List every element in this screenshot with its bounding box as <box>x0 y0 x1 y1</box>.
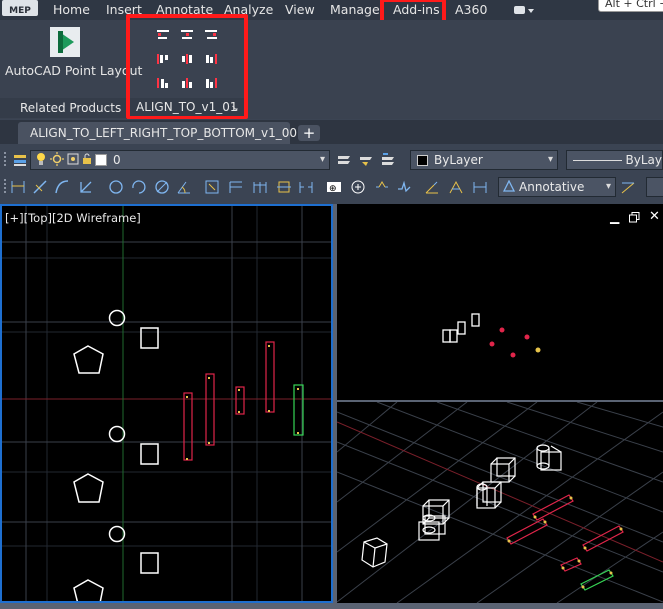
menu-view[interactable]: View <box>285 2 315 17</box>
viewport-controls-label[interactable]: [+][Top][2D Wireframe] <box>5 211 141 225</box>
viewport-top-right[interactable]: ▁ ✕ <box>337 204 663 400</box>
aligned-dimension-icon[interactable] <box>32 179 48 195</box>
color-swatch <box>417 154 428 166</box>
dimension-edit-icon[interactable] <box>424 179 440 195</box>
linetype-preview <box>573 159 622 161</box>
point-layout-button[interactable]: AutoCAD Point Layout <box>5 63 142 78</box>
align-top-left-icon[interactable] <box>156 29 170 44</box>
workspace-switch-icon[interactable] <box>513 4 535 16</box>
angular-dimension-icon[interactable] <box>176 179 192 195</box>
hotkey-tooltip: Alt + Ctrl + <box>598 0 663 12</box>
color-dropdown[interactable]: ByLayer ▾ <box>410 150 558 170</box>
sun-icon <box>50 151 64 169</box>
viewport-3d-canvas <box>337 402 663 603</box>
jogged-linear-icon[interactable] <box>396 179 412 195</box>
align-left-icon[interactable] <box>156 53 170 68</box>
viewport-top-right-canvas <box>442 313 541 358</box>
layer-dropdown[interactable]: 0 ▾ <box>30 150 330 170</box>
align-bottom-right-icon[interactable] <box>204 77 218 92</box>
dimension-space-icon[interactable] <box>276 179 292 195</box>
dimension-style-icon[interactable] <box>620 179 636 195</box>
align-top-center-icon[interactable] <box>180 29 194 44</box>
dimension-break-icon[interactable] <box>298 179 314 195</box>
continue-dimension-icon[interactable] <box>252 179 268 195</box>
match-layer-icon[interactable] <box>358 152 374 168</box>
chevron-down-icon: ▾ <box>319 154 325 165</box>
baseline-dimension-icon[interactable] <box>228 179 244 195</box>
layer-color-swatch <box>95 154 107 166</box>
layers-toolbar: 0 ▾ ByLayer ▾ ByLay <box>0 146 663 174</box>
annotation-style-dropdown[interactable]: Annotative ▾ <box>498 177 616 197</box>
viewport-freeze-icon <box>67 153 79 168</box>
menu-manage[interactable]: Manage <box>330 2 380 17</box>
chevron-down-icon: ▾ <box>605 181 611 192</box>
lightbulb-icon <box>35 152 47 169</box>
status-bar-edge <box>0 603 663 609</box>
layer-previous-icon[interactable] <box>380 152 396 168</box>
annotation-style-value: Annotative <box>519 180 585 194</box>
tolerance-icon[interactable]: ⊕ <box>326 179 342 195</box>
align-top-right-icon[interactable] <box>204 29 218 44</box>
restore-icon[interactable] <box>629 212 640 226</box>
point-layout-icon[interactable] <box>48 26 82 58</box>
linear-dimension-icon[interactable] <box>10 179 26 195</box>
new-tab-button[interactable]: + <box>298 124 320 142</box>
app-logo[interactable]: MEP <box>2 0 38 16</box>
align-bottom-left-icon[interactable] <box>156 77 170 92</box>
menu-a360[interactable]: A360 <box>455 2 487 17</box>
menu-home[interactable]: Home <box>53 2 90 17</box>
file-tab-label: ALIGN_TO_LEFT_RIGHT_TOP_BOTTOM_v1_00 <box>30 126 298 140</box>
viewport-3d-wireframe[interactable] <box>337 402 663 603</box>
ordinate-dimension-icon[interactable] <box>78 179 94 195</box>
viewport-top-canvas <box>2 206 331 601</box>
align-right-icon[interactable] <box>204 53 218 68</box>
file-tab[interactable]: ALIGN_TO_LEFT_RIGHT_TOP_BOTTOM_v1_00 ✕ <box>18 122 317 144</box>
make-current-icon[interactable] <box>336 152 352 168</box>
align-middle-icon[interactable] <box>180 53 194 68</box>
inspect-icon[interactable] <box>374 179 390 195</box>
ribbon: AutoCAD Point Layout Related Products AL… <box>0 14 663 119</box>
layer-properties-icon[interactable] <box>12 152 28 168</box>
menu-bar: MEP Home Insert Annotate Analyze View Ma… <box>0 0 663 28</box>
lock-icon <box>82 153 92 168</box>
toolbar-grip-icon[interactable] <box>3 179 7 195</box>
svg-text:⊕: ⊕ <box>329 184 337 194</box>
annotative-icon <box>502 179 516 195</box>
related-products-title: Related Products <box>20 101 122 115</box>
minimize-icon[interactable]: ▁ <box>610 210 619 224</box>
arc-length-icon[interactable] <box>54 179 70 195</box>
quick-dimension-icon[interactable] <box>204 179 220 195</box>
jogged-dimension-icon[interactable] <box>130 179 146 195</box>
close-icon[interactable]: ✕ <box>649 209 660 224</box>
viewport-top-2d[interactable]: [+][Top][2D Wireframe] <box>0 204 333 603</box>
dimension-update-icon[interactable] <box>472 179 488 195</box>
overflow-toolbar-button[interactable] <box>646 177 663 197</box>
dimension-toolbar: ⊕ Annotative ▾ <box>0 175 663 201</box>
panel-launcher-icon[interactable]: ↘ <box>231 104 239 114</box>
menu-addins[interactable]: Add-ins <box>393 2 440 17</box>
align-panel-title: ALIGN_TO_v1_01 <box>136 100 238 114</box>
toolbar-grip-icon[interactable] <box>3 152 7 168</box>
radius-dimension-icon[interactable] <box>108 179 124 195</box>
center-mark-icon[interactable] <box>350 179 366 195</box>
current-layer-name: 0 <box>113 153 121 167</box>
dimension-text-edit-icon[interactable] <box>448 179 464 195</box>
color-value: ByLayer <box>434 153 483 167</box>
diameter-dimension-icon[interactable] <box>154 179 170 195</box>
align-bottom-center-icon[interactable] <box>180 77 194 92</box>
linetype-value: ByLay <box>625 153 662 167</box>
chevron-down-icon: ▾ <box>547 154 553 165</box>
linetype-dropdown[interactable]: ByLay <box>566 150 663 170</box>
